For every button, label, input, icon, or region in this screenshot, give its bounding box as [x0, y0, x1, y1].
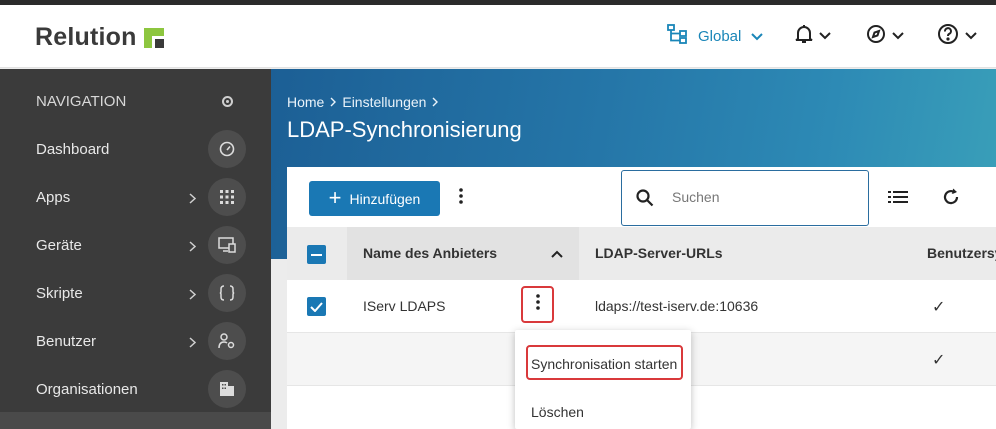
search-field[interactable] — [621, 170, 869, 226]
user-settings-icon — [208, 322, 246, 360]
breadcrumb-home[interactable]: Home — [287, 94, 324, 110]
org-selector-label: Global — [698, 27, 742, 45]
sidebar-item-label: Skripte — [36, 284, 83, 302]
row-context-menu: Synchronisation starten Löschen — [515, 330, 691, 429]
chevron-down-icon — [965, 27, 977, 45]
compass-icon — [866, 24, 886, 49]
app-header: Relution Global — [0, 5, 996, 68]
building-icon — [208, 370, 246, 408]
column-header-provider-name[interactable]: Name des Anbieters — [363, 245, 497, 261]
help-menu[interactable] — [937, 23, 977, 49]
table-header: Name des Anbieters LDAP-Server-URLs Benu… — [287, 227, 996, 280]
menu-item-delete[interactable]: Löschen — [531, 404, 584, 420]
column-header-server-urls[interactable]: LDAP-Server-URLs — [595, 245, 723, 261]
user-sync-check-cell: ✓ — [932, 299, 946, 316]
server-url-cell: ldaps://test-iserv.de:10636 — [595, 298, 759, 314]
braces-icon — [208, 274, 246, 312]
sort-ascending-icon[interactable] — [551, 245, 563, 263]
add-button-label: Hinzufügen — [349, 190, 421, 207]
more-actions-icon — [535, 294, 540, 315]
chevron-right-icon — [189, 191, 197, 209]
provider-name-cell: IServ LDAPS — [363, 298, 446, 314]
grid-icon — [208, 178, 246, 216]
pin-icon[interactable] — [222, 95, 233, 107]
chevron-right-icon — [189, 335, 197, 353]
table-row[interactable]: IServ LDAPS ldaps://test-iserv.de:10636 … — [287, 280, 996, 333]
row-checkbox[interactable] — [307, 297, 326, 316]
refresh-icon[interactable] — [942, 188, 960, 211]
devices-icon — [208, 226, 246, 264]
column-header-user-sync[interactable]: Benutzersy — [927, 245, 996, 261]
sidebar: NAVIGATION Dashboard Apps Geräte Skripte… — [0, 69, 271, 429]
compass-menu[interactable] — [866, 23, 904, 49]
chevron-right-icon — [189, 239, 197, 257]
chevron-right-icon — [189, 287, 197, 305]
sidebar-item-label: Organisationen — [36, 380, 138, 398]
table-toolbar: + Hinzufügen — [287, 167, 996, 227]
user-sync-check-cell: ✓ — [932, 352, 946, 369]
sidebar-item-scripts[interactable]: Skripte — [0, 269, 271, 317]
chevron-down-icon — [819, 27, 831, 45]
logo-mark-icon — [143, 27, 164, 48]
more-actions-icon[interactable] — [459, 188, 463, 209]
menu-item-start-sync[interactable]: Synchronisation starten — [531, 356, 677, 372]
sidebar-item-label: Apps — [36, 188, 71, 206]
org-tree-icon — [667, 24, 688, 48]
sidebar-item-devices[interactable]: Geräte — [0, 221, 271, 269]
chevron-right-icon — [432, 95, 439, 110]
organization-selector[interactable]: Global — [667, 23, 764, 49]
row-actions-button[interactable] — [521, 286, 554, 323]
speedometer-icon — [208, 130, 246, 168]
sidebar-item-label: Geräte — [36, 236, 82, 254]
plus-icon: + — [328, 184, 342, 210]
sidebar-heading: NAVIGATION — [0, 77, 271, 125]
notifications-menu[interactable] — [795, 23, 831, 49]
sidebar-item-users[interactable]: Benutzer — [0, 317, 271, 365]
app-logo[interactable]: Relution — [35, 23, 164, 52]
breadcrumb-settings[interactable]: Einstellungen — [342, 94, 426, 110]
sidebar-item-organizations[interactable]: Organisationen — [0, 365, 271, 413]
search-input[interactable] — [672, 189, 852, 205]
list-view-icon[interactable] — [888, 190, 908, 209]
bell-icon — [795, 24, 813, 49]
chevron-down-icon — [892, 27, 904, 45]
breadcrumb: Home Einstellungen — [287, 94, 444, 110]
chevron-down-icon — [751, 28, 764, 45]
sidebar-item-dashboard[interactable]: Dashboard — [0, 125, 271, 173]
add-button[interactable]: + Hinzufügen — [309, 181, 440, 216]
logo-text: Relution — [35, 23, 137, 51]
chevron-right-icon — [330, 95, 337, 110]
sidebar-item-label: Dashboard — [36, 140, 110, 158]
page-title: LDAP-Synchronisierung — [287, 117, 522, 142]
sidebar-item-label: Benutzer — [36, 332, 97, 350]
search-icon — [636, 189, 654, 212]
sidebar-item-apps[interactable]: Apps — [0, 173, 271, 221]
help-icon — [937, 23, 959, 50]
sidebar-heading-label: NAVIGATION — [36, 92, 127, 110]
select-all-checkbox[interactable] — [307, 245, 326, 264]
sidebar-item-partial[interactable] — [0, 412, 271, 429]
